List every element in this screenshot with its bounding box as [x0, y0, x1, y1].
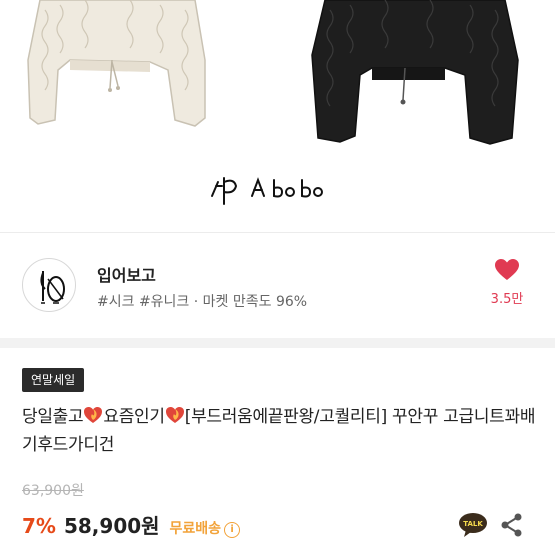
product-photo-illustration — [27, 0, 519, 205]
shop-info-row[interactable]: 입어보고 #시크 #유니크 · 마켓 만족도 96% 3.5만 — [0, 240, 555, 330]
sale-price: 58,900원 — [63, 514, 160, 538]
discount-rate: 7% — [22, 514, 56, 538]
original-price: 63,900원 — [22, 483, 84, 499]
divider — [0, 232, 555, 233]
shop-name[interactable]: 입어보고 — [97, 262, 156, 286]
talk-label: TALK — [463, 520, 483, 528]
product-title: 당일출고 요즘인기 [부드러움에끝판왕/고퀄리티] 꾸안꾸 고급니트꽈배기후드가디건 — [22, 403, 537, 459]
info-icon[interactable]: i — [224, 522, 241, 538]
kakao-talk-button[interactable]: TALK — [458, 512, 488, 538]
fire-heart-icon — [84, 407, 103, 423]
heart-icon — [495, 259, 519, 280]
white-cardigan-illustration — [27, 0, 206, 127]
section-divider — [0, 338, 555, 348]
brand-signature-icon — [211, 177, 323, 205]
shop-logo-icon[interactable] — [22, 258, 76, 312]
free-shipping-label[interactable]: 무료배송 — [170, 521, 222, 537]
talk-bubble-icon: TALK — [459, 513, 487, 537]
product-image[interactable] — [0, 0, 555, 228]
black-cardigan-illustration — [311, 0, 519, 145]
share-icon — [501, 513, 522, 537]
sale-badge: 연말세일 — [22, 368, 85, 392]
like-count: 3.5만 — [490, 292, 524, 307]
fire-heart-icon — [165, 407, 184, 423]
like-button[interactable]: 3.5만 — [481, 258, 533, 307]
share-button[interactable] — [500, 512, 524, 538]
title-part-1: 당일출고 — [22, 407, 84, 427]
title-part-2: 요즘인기 — [103, 407, 165, 427]
shop-tags: #시크 #유니크 · 마켓 만족도 96% — [97, 294, 308, 310]
price-row: 7% 58,900원 무료배송 i — [22, 510, 241, 540]
